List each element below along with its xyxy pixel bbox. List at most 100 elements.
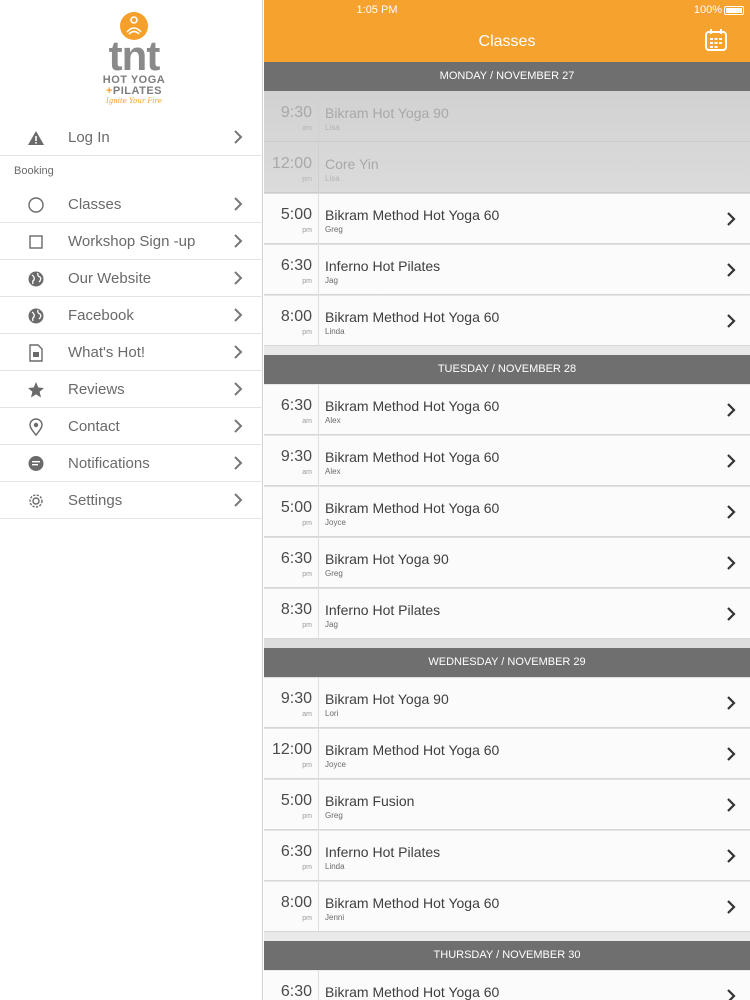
sidebar-item-label: Our Website — [68, 270, 152, 287]
section-label-booking: Booking — [14, 165, 54, 177]
sidebar-item-contact[interactable]: Contact — [0, 408, 263, 445]
sidebar-item-label: Log In — [68, 129, 110, 146]
class-row[interactable]: 8:00 pm Bikram Method Hot Yoga 60 Jenni — [264, 882, 750, 932]
sidebar-item-label: Workshop Sign -up — [68, 233, 196, 250]
class-row[interactable]: 12:00 pm Bikram Method Hot Yoga 60 Joyce — [264, 729, 750, 779]
chevron-right-icon — [727, 403, 736, 417]
yoga-figure-icon — [120, 12, 148, 40]
class-row[interactable]: 6:30 pm Bikram Hot Yoga 90 Greg — [264, 538, 750, 588]
sidebar-item-classes[interactable]: Classes — [0, 186, 263, 223]
class-ampm: pm — [302, 571, 312, 578]
day-header: THURSDAY / NOVEMBER 30 — [264, 941, 750, 970]
class-ampm: pm — [302, 176, 312, 183]
chevron-right-icon — [727, 989, 736, 1000]
chevron-right-icon — [234, 197, 243, 211]
class-name: Bikram Method Hot Yoga 60 — [325, 309, 500, 325]
class-time: 6:30 — [280, 983, 312, 1000]
class-instructor: Lisa — [325, 123, 340, 132]
class-ampm: am — [302, 125, 312, 132]
status-battery: 100% — [694, 4, 744, 16]
class-time-box: 6:30am — [264, 971, 319, 1000]
class-time: 9:30 — [280, 104, 312, 121]
chevron-right-icon — [234, 456, 243, 470]
sidebar-item-notifications[interactable]: Notifications — [0, 445, 263, 482]
logo-plus: + — [105, 85, 113, 97]
class-name: Inferno Hot Pilates — [325, 844, 441, 860]
class-time-box: 6:30 pm — [264, 538, 319, 588]
chevron-right-icon — [234, 308, 243, 322]
class-time: 5:00 — [280, 206, 312, 223]
class-name: Core Yin — [325, 156, 379, 172]
sidebar-item-our-website[interactable]: Our Website — [0, 260, 263, 297]
class-time-box: 8:00 pm — [264, 296, 319, 346]
day-header: WEDNESDAY / NOVEMBER 29 — [264, 648, 750, 677]
class-ampm: pm — [302, 520, 312, 527]
battery-percent: 100% — [693, 4, 722, 16]
class-row[interactable]: 5:00 pm Bikram Method Hot Yoga 60 Joyce — [264, 487, 750, 537]
class-name: Bikram Fusion — [325, 793, 415, 809]
sidebar-item-what-s-hot[interactable]: What's Hot! — [0, 334, 263, 371]
class-row[interactable]: 6:30amBikram Method Hot Yoga 60Maria — [264, 971, 750, 1000]
chevron-right-icon — [727, 849, 736, 863]
day-label: THURSDAY / NOVEMBER 30 — [433, 949, 581, 961]
top-bar: 1:05 PM 100% Classes — [264, 0, 750, 62]
class-instructor: Greg — [325, 225, 343, 234]
class-ampm: am — [302, 418, 312, 425]
class-ampm: pm — [302, 278, 312, 285]
star-icon — [28, 382, 44, 398]
sidebar-item-label: What's Hot! — [68, 344, 146, 361]
sidebar-item-label: Facebook — [68, 307, 134, 324]
sidebar-item-login[interactable]: Log In — [0, 119, 263, 156]
chevron-right-icon — [727, 505, 736, 519]
class-time: 6:30 — [280, 257, 312, 274]
warning-icon — [28, 131, 44, 145]
class-time: 8:00 — [280, 894, 312, 911]
calendar-icon[interactable] — [704, 28, 728, 52]
class-row[interactable]: 5:00 pm Bikram Fusion Greg — [264, 780, 750, 830]
class-row[interactable]: 9:30 am Bikram Hot Yoga 90 Lori — [264, 678, 750, 728]
class-name: Bikram Hot Yoga 90 — [325, 105, 449, 121]
battery-icon — [724, 5, 744, 15]
class-row[interactable]: 8:00 pm Bikram Method Hot Yoga 60 Linda — [264, 296, 750, 346]
chevron-right-icon — [234, 382, 243, 396]
sidebar-item-label: Classes — [68, 196, 122, 213]
class-row[interactable]: 6:30 pm Inferno Hot Pilates Jag — [264, 245, 750, 295]
sidebar: tnt HOT YOGA +PILATES Ignite Your Fire L… — [0, 0, 263, 1000]
chevron-right-icon — [234, 419, 243, 433]
chevron-right-icon — [234, 271, 243, 285]
globe-icon — [28, 271, 44, 287]
class-instructor: Lori — [325, 709, 339, 718]
main-panel: 1:05 PM 100% Classes MONDAY / NOVEMBER 2… — [264, 0, 750, 1000]
sidebar-item-facebook[interactable]: Facebook — [0, 297, 263, 334]
class-time-box: 8:00 pm — [264, 882, 319, 932]
class-name: Bikram Method Hot Yoga 60 — [325, 895, 500, 911]
class-row[interactable]: 6:30 am Bikram Method Hot Yoga 60 Alex — [264, 385, 750, 435]
class-ampm: pm — [302, 622, 312, 629]
class-row[interactable]: 9:30 am Bikram Method Hot Yoga 60 Alex — [264, 436, 750, 486]
sidebar-item-settings[interactable]: Settings — [0, 482, 263, 519]
class-row[interactable]: 6:30 pm Inferno Hot Pilates Linda — [264, 831, 750, 881]
class-ampm: am — [302, 469, 312, 476]
class-instructor: Joyce — [325, 760, 346, 769]
chevron-right-icon — [727, 263, 736, 277]
class-time: 6:30 — [280, 397, 312, 414]
class-time-box: 12:00 pm — [264, 729, 319, 779]
chevron-right-icon — [727, 454, 736, 468]
sidebar-item-workshop-sign-up[interactable]: Workshop Sign -up — [0, 223, 263, 260]
sidebar-item-reviews[interactable]: Reviews — [0, 371, 263, 408]
class-time-box: 5:00 pm — [264, 487, 319, 537]
chat-bubble-icon — [28, 456, 44, 471]
logo-mark: tnt — [108, 32, 161, 79]
sidebar-item-label: Notifications — [68, 455, 150, 472]
square-outline-icon — [29, 235, 43, 249]
class-name: Inferno Hot Pilates — [325, 602, 441, 618]
class-time-box: 12:00 pm — [264, 143, 319, 193]
class-row[interactable]: 5:00 pm Bikram Method Hot Yoga 60 Greg — [264, 194, 750, 244]
class-row[interactable]: 8:30 pm Inferno Hot Pilates Jag — [264, 589, 750, 639]
class-name: Bikram Method Hot Yoga 60 — [325, 449, 500, 465]
sidebar-item-label: Contact — [68, 418, 120, 435]
class-time-box: 8:30 pm — [264, 589, 319, 639]
class-time: 6:30 — [280, 550, 312, 567]
class-time: 5:00 — [280, 499, 312, 516]
day-header: TUESDAY / NOVEMBER 28 — [264, 355, 750, 384]
